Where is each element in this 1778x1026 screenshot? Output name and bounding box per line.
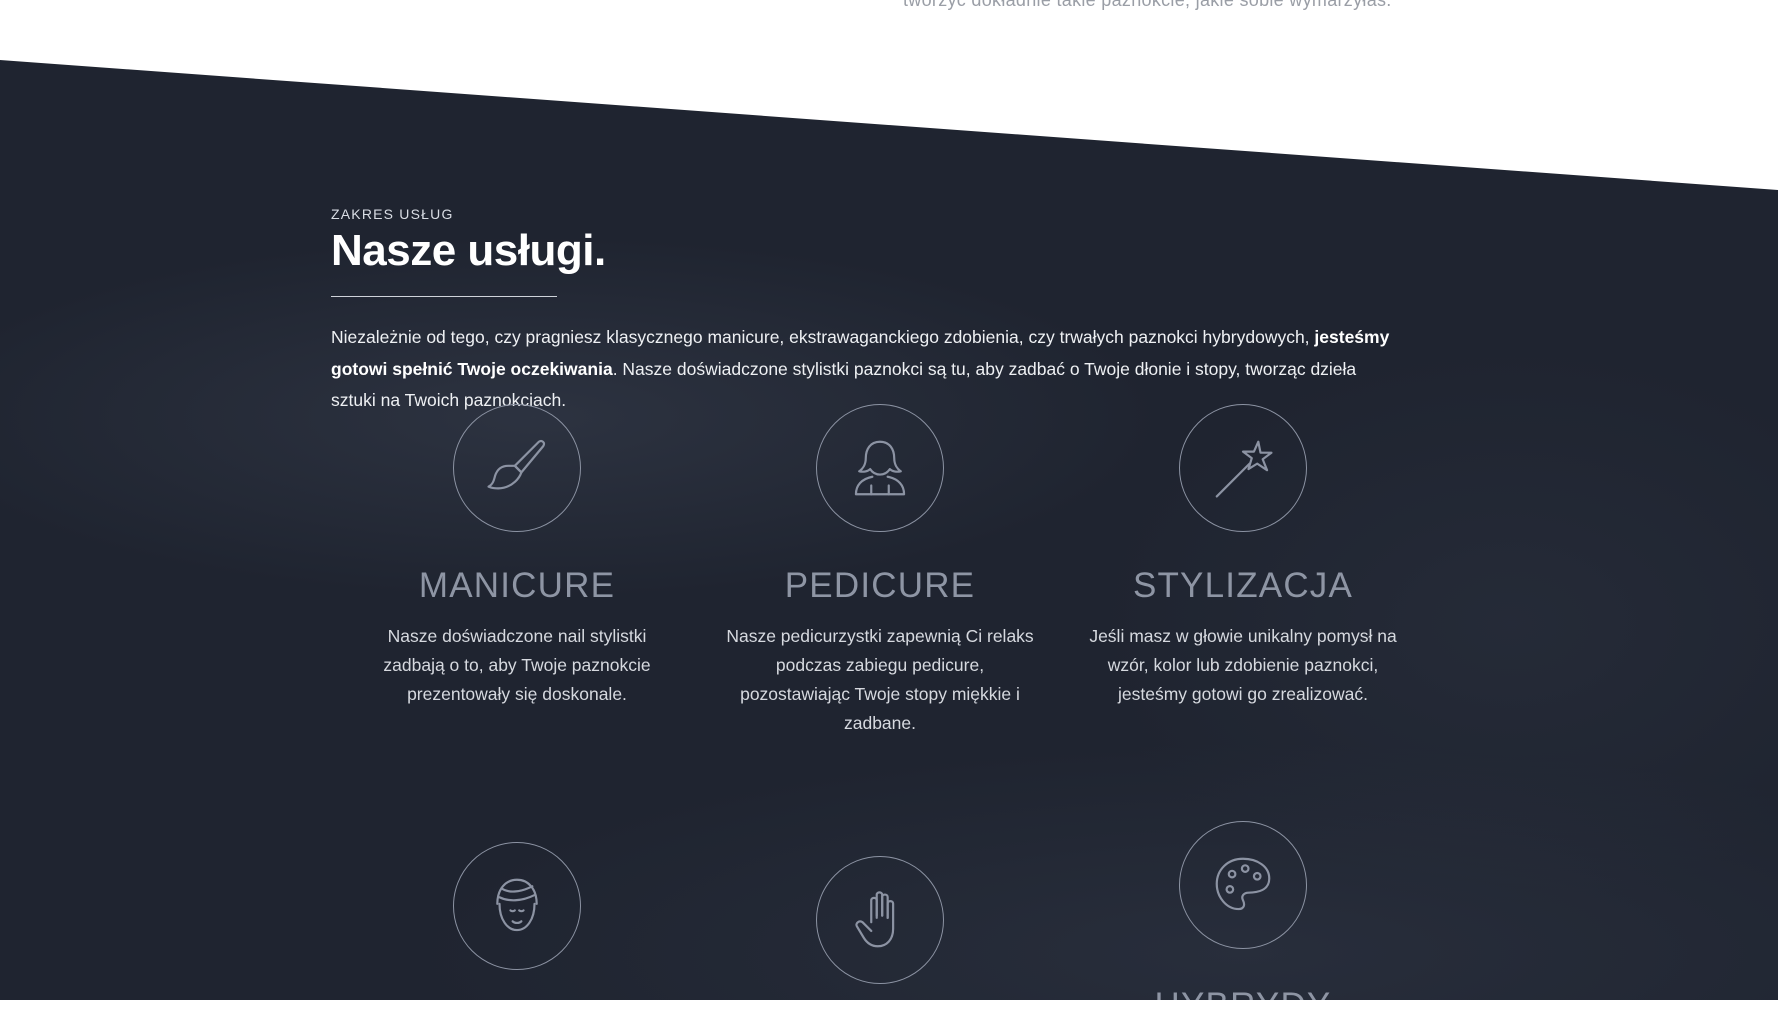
magic-wand-icon <box>1215 440 1273 498</box>
section-eyebrow: ZAKRES USŁUG <box>331 206 454 222</box>
title-divider <box>331 296 557 297</box>
hand-icon-circle <box>816 856 944 984</box>
services-section: ZAKRES USŁUG Nasze usługi. Niezależnie o… <box>0 60 1778 1000</box>
paintbrush-icon <box>487 439 546 490</box>
pedicure-icon-circle <box>816 404 944 532</box>
spa-icon-circle <box>453 842 581 970</box>
spa-face-towel-icon <box>496 878 538 932</box>
woman-silhouette-icon <box>854 440 906 496</box>
service-name-stylizacja: STYLIZACJA <box>1132 566 1354 605</box>
service-name-manicure: MANICURE <box>418 566 616 605</box>
service-name-pedicure: PEDICURE <box>784 566 976 605</box>
section-intro: Niezależnie od tego, czy pragniesz klasy… <box>331 322 1391 417</box>
service-desc-manicure: Nasze doświadczone nail stylistki zadbaj… <box>383 626 651 704</box>
section-title: Nasze usługi. <box>331 226 606 275</box>
intro-text-start: Niezależnie od tego, czy pragniesz klasy… <box>331 327 1315 347</box>
stylizacja-icon-circle <box>1179 404 1307 532</box>
service-desc-pedicure: Nasze pedicurzystki zapewnią Ci relaks p… <box>726 626 1034 733</box>
manicure-icon-circle <box>453 404 581 532</box>
hybrydy-icon-circle <box>1179 821 1307 949</box>
service-desc-stylizacja: Jeśli masz w głowie unikalny pomysł na w… <box>1089 626 1397 704</box>
previous-section-text-fragment: tworzyć dokładnie takie paznokcie, jakie… <box>903 0 1392 10</box>
palette-icon <box>1215 857 1271 911</box>
service-name-hybrydy: HYBRYDY <box>1154 986 1332 1025</box>
hand-icon <box>855 891 895 948</box>
